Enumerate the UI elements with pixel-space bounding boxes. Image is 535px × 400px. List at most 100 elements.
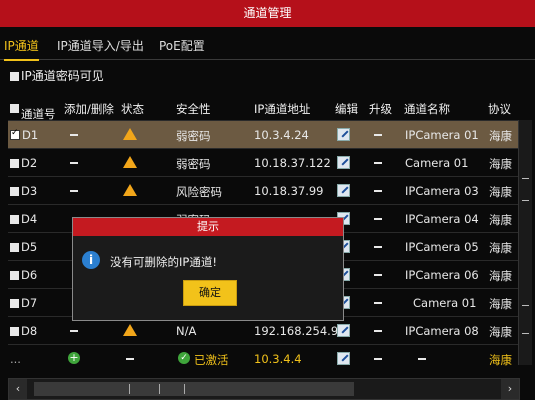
upgrade-button[interactable] xyxy=(374,162,382,164)
row-ip: 10.3.4.24 xyxy=(254,128,309,142)
ok-button[interactable]: 确定 xyxy=(183,280,237,306)
row-ip: 10.18.37.99 xyxy=(254,184,324,198)
name-dash xyxy=(418,358,426,360)
scroll-mark xyxy=(522,333,529,334)
row-name: IPCamera 03 xyxy=(405,184,479,198)
scroll-mark xyxy=(522,305,529,306)
upgrade-button[interactable] xyxy=(374,358,382,360)
upgrade-button[interactable] xyxy=(374,190,382,192)
row-protocol: 海康 xyxy=(489,157,512,171)
status-dash xyxy=(126,358,134,360)
table-row[interactable]: D2 弱密码 10.18.37.122 Camera 01 海康 xyxy=(8,148,518,176)
select-all-checkbox[interactable] xyxy=(10,104,19,113)
row-protocol: 海康 xyxy=(489,269,512,283)
row-name: IPCamera 05 xyxy=(405,240,479,254)
row-name: Camera 01 xyxy=(405,156,469,170)
window-title: 通道管理 xyxy=(0,0,535,27)
row-ip: 192.168.254.9 xyxy=(254,324,339,338)
table-row[interactable]: D3 风险密码 10.18.37.99 IPCamera 03 海康 xyxy=(8,176,518,204)
row-checkbox[interactable] xyxy=(10,327,19,336)
vertical-scrollbar[interactable] xyxy=(518,120,532,365)
header-add-delete: 添加/删除 xyxy=(64,102,114,116)
password-visible-label: IP通道密码可见 xyxy=(21,69,104,83)
row-checkbox[interactable] xyxy=(10,128,20,140)
row-protocol: 海康 xyxy=(489,353,512,367)
upgrade-button[interactable] xyxy=(374,274,382,276)
row-ip: 10.18.37.122 xyxy=(254,156,331,170)
delete-button[interactable] xyxy=(70,162,78,164)
table-header: 通道号 添加/删除 状态 安全性 IP通道地址 编辑 升级 通道名称 协议 xyxy=(8,96,518,121)
delete-button[interactable] xyxy=(70,134,78,136)
tab-poe-config[interactable]: PoE配置 xyxy=(159,37,205,54)
dialog-title: 提示 xyxy=(73,218,343,236)
row-security: N/A xyxy=(176,324,197,338)
scroll-thumb[interactable] xyxy=(34,382,354,396)
row-protocol: 海康 xyxy=(489,325,512,339)
row-name: IPCamera 08 xyxy=(405,324,479,338)
upgrade-button[interactable] xyxy=(374,330,382,332)
tab-import-export[interactable]: IP通道导入/导出 xyxy=(57,37,144,54)
upgrade-button[interactable] xyxy=(374,134,382,136)
horizontal-scrollbar[interactable]: ‹ › xyxy=(8,378,520,400)
alert-dialog: 提示 i 没有可删除的IP通道! 确定 xyxy=(72,217,344,321)
password-visible-option[interactable]: IP通道密码可见 xyxy=(10,67,104,84)
row-checkbox[interactable] xyxy=(10,215,19,224)
upgrade-button[interactable] xyxy=(374,218,382,220)
warning-icon xyxy=(123,184,137,196)
header-upgrade: 升级 xyxy=(369,102,392,116)
row-protocol: 海康 xyxy=(489,213,512,227)
row-protocol: 海康 xyxy=(489,185,512,199)
header-channel: 通道号 xyxy=(10,101,56,121)
edit-icon[interactable] xyxy=(337,128,350,141)
tab-bar: IP通道 IP通道导入/导出 PoE配置 xyxy=(0,33,535,61)
row-channel: D6 xyxy=(10,268,37,282)
upgrade-button[interactable] xyxy=(374,302,382,304)
row-ip: 10.3.4.4 xyxy=(254,352,302,366)
upgrade-button[interactable] xyxy=(374,246,382,248)
password-visible-checkbox[interactable] xyxy=(10,72,19,81)
delete-button[interactable] xyxy=(70,330,78,332)
row-protocol: 海康 xyxy=(489,297,512,311)
row-security: 弱密码 xyxy=(176,129,211,143)
row-name: IPCamera 06 xyxy=(405,268,479,282)
warning-icon xyxy=(123,128,137,140)
thumb-grip xyxy=(184,384,185,394)
edit-icon[interactable] xyxy=(337,352,350,365)
header-ip-address: IP通道地址 xyxy=(254,102,311,116)
scroll-right-button[interactable]: › xyxy=(501,379,519,399)
row-channel: ... xyxy=(10,352,21,366)
info-icon: i xyxy=(82,251,100,269)
scroll-mark xyxy=(522,178,529,179)
row-security: 已激活 xyxy=(194,353,229,367)
header-edit: 编辑 xyxy=(335,102,358,116)
header-status: 状态 xyxy=(121,102,144,116)
row-security: 弱密码 xyxy=(176,157,211,171)
row-channel: D1 xyxy=(10,128,38,142)
edit-icon[interactable] xyxy=(337,324,350,337)
row-channel: D8 xyxy=(10,324,37,338)
row-channel: D4 xyxy=(10,212,37,226)
row-name: IPCamera 04 xyxy=(405,212,479,226)
row-channel: D7 xyxy=(10,296,37,310)
thumb-grip xyxy=(129,384,130,394)
row-checkbox[interactable] xyxy=(10,299,19,308)
row-checkbox[interactable] xyxy=(10,243,19,252)
row-checkbox[interactable] xyxy=(10,271,19,280)
table-row[interactable]: D1 弱密码 10.3.4.24 IPCamera 01 海康 xyxy=(8,120,518,148)
tab-ip-channel[interactable]: IP通道 xyxy=(4,37,39,61)
header-channel-name: 通道名称 xyxy=(404,102,450,116)
header-security: 安全性 xyxy=(176,102,211,116)
row-checkbox[interactable] xyxy=(10,159,19,168)
thumb-grip xyxy=(159,384,160,394)
table-row[interactable]: ... + ✓ 已激活 10.3.4.4 海康 xyxy=(8,344,518,372)
row-name: IPCamera 01 xyxy=(405,128,479,142)
row-checkbox[interactable] xyxy=(10,187,19,196)
warning-icon xyxy=(123,156,137,168)
delete-button[interactable] xyxy=(70,190,78,192)
edit-icon[interactable] xyxy=(337,184,350,197)
add-icon[interactable]: + xyxy=(68,352,80,364)
edit-icon[interactable] xyxy=(337,156,350,169)
dialog-message: 没有可删除的IP通道! xyxy=(110,255,217,269)
scroll-left-button[interactable]: ‹ xyxy=(9,379,27,399)
row-security: 风险密码 xyxy=(176,185,222,199)
